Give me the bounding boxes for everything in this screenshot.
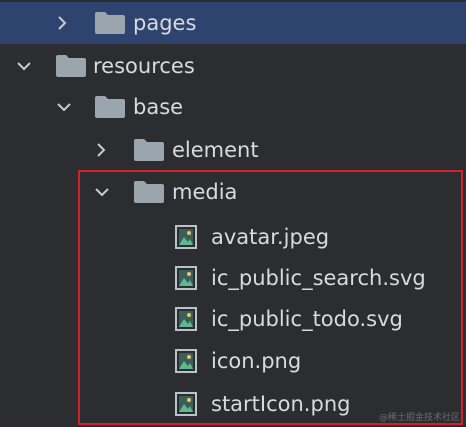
folder-icon xyxy=(56,55,86,77)
chevron-down-icon[interactable] xyxy=(92,182,112,202)
image-file-icon xyxy=(175,266,197,290)
file-label: ic_public_search.svg xyxy=(211,266,426,290)
tree-row-base[interactable]: base xyxy=(0,86,466,128)
tree-label-media: media xyxy=(172,180,238,204)
chevron-down-icon[interactable] xyxy=(54,97,74,117)
file-label: avatar.jpeg xyxy=(211,225,330,249)
chevron-right-icon[interactable] xyxy=(52,13,72,33)
chevron-right-icon[interactable] xyxy=(91,140,111,160)
tree-row-resources[interactable]: resources xyxy=(0,45,466,87)
tree-label-base: base xyxy=(133,95,184,119)
tree-row-element[interactable]: element xyxy=(0,129,466,171)
tree-row-file[interactable]: ic_public_search.svg xyxy=(0,257,466,299)
tree-row-media[interactable]: media xyxy=(0,171,466,213)
file-label: startIcon.png xyxy=(211,392,351,416)
image-file-icon xyxy=(175,225,197,249)
image-file-icon xyxy=(175,307,197,331)
folder-icon xyxy=(95,96,125,118)
tree-row-file[interactable]: icon.png xyxy=(0,340,466,382)
folder-icon xyxy=(134,181,164,203)
folder-icon xyxy=(95,12,125,34)
watermark: @稀土掘金技术社区 xyxy=(378,413,460,423)
chevron-down-icon[interactable] xyxy=(14,56,34,76)
tree-label-element: element xyxy=(172,138,259,162)
tree-row-pages[interactable]: pages xyxy=(0,2,466,44)
tree-row-file[interactable]: ic_public_todo.svg xyxy=(0,298,466,340)
tree-label-pages: pages xyxy=(133,11,197,35)
folder-icon xyxy=(134,139,164,161)
file-label: ic_public_todo.svg xyxy=(211,307,403,331)
tree-row-file[interactable]: avatar.jpeg xyxy=(0,216,466,258)
image-file-icon xyxy=(175,392,197,416)
tree-label-resources: resources xyxy=(93,54,195,78)
file-label: icon.png xyxy=(211,349,302,373)
image-file-icon xyxy=(175,349,197,373)
